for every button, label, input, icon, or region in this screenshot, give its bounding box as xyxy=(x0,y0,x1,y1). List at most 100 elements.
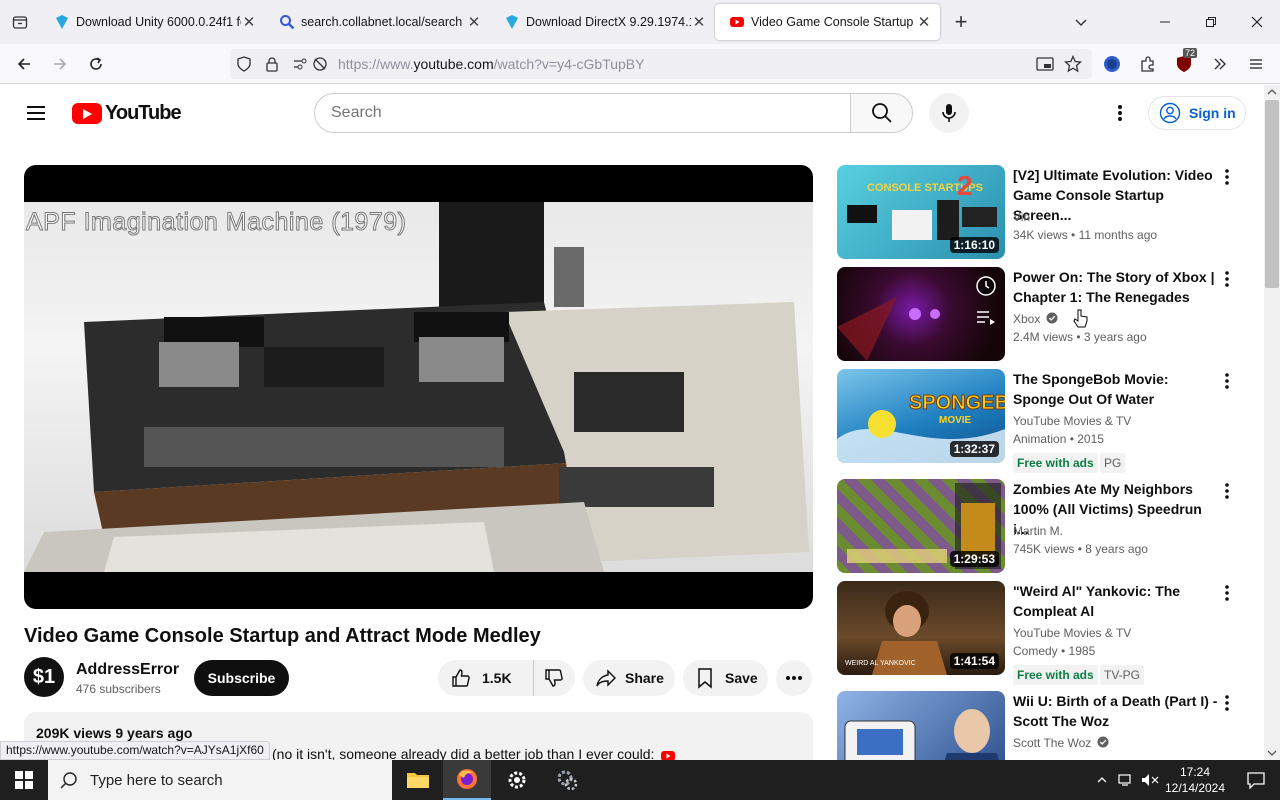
file-explorer-icon[interactable] xyxy=(394,760,442,800)
taskbar-clock[interactable]: 17:24 12/14/2024 xyxy=(1162,764,1228,796)
forward-arrow-icon[interactable] xyxy=(45,50,75,78)
bookmark-star-icon[interactable] xyxy=(1063,54,1083,78)
reload-icon[interactable] xyxy=(81,50,111,78)
tab-list-icon[interactable] xyxy=(0,0,40,44)
restore-button[interactable] xyxy=(1188,0,1234,44)
tray-chevron-up-icon[interactable] xyxy=(1090,760,1114,800)
youtube-icon xyxy=(661,748,675,760)
video-frame[interactable]: APF Imagination Machine (1979) xyxy=(24,202,813,572)
new-tab-button[interactable]: + xyxy=(940,9,982,35)
video-player[interactable]: APF Imagination Machine (1979) xyxy=(24,165,813,609)
recommendation-item[interactable]: WEIRD AL YANKOVIC 1:41:54 "Weird Al" Yan… xyxy=(837,581,1247,685)
more-vertical-icon[interactable] xyxy=(1219,269,1235,289)
recommendation-title[interactable]: The SpongeBob Movie: Sponge Out Of Water xyxy=(1013,369,1219,409)
recommendation-item[interactable]: Wii U: Birth of a Death (Part I) - Scott… xyxy=(837,691,1247,760)
close-tab-icon[interactable]: ✕ xyxy=(466,13,482,31)
scroll-up-arrow-icon[interactable] xyxy=(1264,85,1280,99)
video-thumbnail[interactable] xyxy=(837,691,1005,760)
windows-start-icon[interactable] xyxy=(0,760,48,800)
like-button[interactable]: 1.5K xyxy=(438,660,534,696)
share-button[interactable]: Share xyxy=(583,660,675,696)
video-thumbnail[interactable]: CONSOLE STARTUPS 2 1:16:10 xyxy=(837,165,1005,259)
dislike-button[interactable] xyxy=(534,667,574,689)
tracking-off-icon[interactable] xyxy=(312,56,328,77)
tab-unity[interactable]: Download Unity 6000.0.24f1 for ✕ xyxy=(40,4,265,40)
settings-gear-icon[interactable] xyxy=(493,760,541,800)
account-globe-icon[interactable] xyxy=(1097,50,1127,78)
shield-icon[interactable] xyxy=(236,56,252,77)
back-arrow-icon[interactable] xyxy=(9,50,39,78)
volume-muted-icon[interactable] xyxy=(1138,760,1162,800)
recommendation-channel[interactable]: Xbox xyxy=(1013,312,1058,326)
ublock-shield-icon[interactable]: 72 xyxy=(1169,48,1199,78)
guide-menu-icon[interactable] xyxy=(24,101,48,130)
watch-later-clock-icon[interactable] xyxy=(975,275,997,302)
settings-more-icon[interactable] xyxy=(1108,101,1132,125)
duration-badge: 1:41:54 xyxy=(949,653,999,669)
close-tab-icon[interactable]: ✕ xyxy=(691,13,707,31)
subscribe-button[interactable]: Subscribe xyxy=(194,660,289,696)
search-box[interactable] xyxy=(314,93,851,133)
channel-name[interactable]: AddressError xyxy=(76,661,179,679)
extension-badge: 72 xyxy=(1183,48,1198,58)
overflow-chevrons-icon[interactable] xyxy=(1205,50,1235,78)
video-thumbnail[interactable]: SPONGEBOBMOVIE 1:32:37 xyxy=(837,369,1005,463)
lock-icon[interactable] xyxy=(264,56,280,77)
save-button[interactable]: Save xyxy=(683,660,768,696)
video-thumbnail[interactable]: WEIRD AL YANKOVIC 1:41:54 xyxy=(837,581,1005,675)
youtube-logo[interactable]: YouTube xyxy=(72,102,182,125)
more-actions-button[interactable] xyxy=(776,660,812,696)
recommendation-title[interactable]: Power On: The Story of Xbox | Chapter 1:… xyxy=(1013,267,1219,307)
close-tab-icon[interactable]: ✕ xyxy=(241,13,257,31)
recommendation-channel[interactable]: Scott The Woz xyxy=(1013,736,1109,750)
scrollbar-thumb[interactable] xyxy=(1265,100,1279,288)
more-vertical-icon[interactable] xyxy=(1219,167,1235,187)
recommendation-item[interactable]: 1:29:53 Zombies Ate My Neighbors 100% (A… xyxy=(837,479,1247,575)
voice-search-mic-icon[interactable] xyxy=(929,93,969,133)
more-vertical-icon[interactable] xyxy=(1219,693,1235,713)
permissions-icon[interactable] xyxy=(292,56,310,77)
video-thumbnail[interactable]: 1:29:53 xyxy=(837,479,1005,573)
recommendation-item[interactable]: CONSOLE STARTUPS 2 1:16:10 [V2] Ultimate … xyxy=(837,165,1247,261)
recommendation-channel[interactable]: Martin M. xyxy=(1013,524,1063,538)
video-thumbnail[interactable] xyxy=(837,267,1005,361)
taskbar-search-box[interactable]: Type here to search xyxy=(48,760,392,800)
free-with-ads-badge: Free with ads xyxy=(1013,665,1098,685)
recommendation-item[interactable]: SPONGEBOBMOVIE 1:32:37 The SpongeBob Mov… xyxy=(837,369,1247,473)
tab-directx[interactable]: Download DirectX 9.29.1974.1 fo ✕ xyxy=(490,4,715,40)
recommendation-item[interactable]: Power On: The Story of Xbox | Chapter 1:… xyxy=(837,267,1247,363)
search-input[interactable] xyxy=(331,104,834,122)
picture-in-picture-icon[interactable] xyxy=(1036,56,1054,77)
recommendation-title[interactable]: [V2] Ultimate Evolution: Video Game Cons… xyxy=(1013,165,1219,225)
scroll-down-arrow-icon[interactable] xyxy=(1264,746,1280,760)
address-bar[interactable]: https://www.youtube.com/watch?v=y4-cGbTu… xyxy=(230,49,1092,79)
recommendation-channel[interactable]: YouTube Movies & TV xyxy=(1013,414,1131,428)
url-text[interactable]: https://www.youtube.com/watch?v=y4-cGbTu… xyxy=(338,56,644,72)
recommendation-title[interactable]: "Weird Al" Yankovic: The Compleat Al xyxy=(1013,581,1219,621)
recommendation-channel[interactable]: Vin xyxy=(1013,210,1030,224)
notifications-icon[interactable] xyxy=(1232,760,1280,800)
more-vertical-icon[interactable] xyxy=(1219,583,1235,603)
sign-in-button[interactable]: Sign in xyxy=(1148,96,1246,130)
close-window-button[interactable] xyxy=(1234,0,1280,44)
recommendation-meta: 745K views • 8 years ago xyxy=(1013,542,1148,556)
network-icon[interactable] xyxy=(1114,760,1138,800)
firefox-icon[interactable] xyxy=(443,760,491,800)
duration-badge: 1:32:37 xyxy=(949,441,999,457)
tab-overflow-chevron-icon[interactable] xyxy=(1058,0,1104,44)
minimize-button[interactable] xyxy=(1142,0,1188,44)
more-vertical-icon[interactable] xyxy=(1219,481,1235,501)
tab-youtube-active[interactable]: Video Game Console Startup ar ✕ xyxy=(715,4,940,40)
extensions-puzzle-icon[interactable] xyxy=(1133,50,1163,78)
search-button[interactable] xyxy=(850,93,913,133)
recommendation-title[interactable]: Wii U: Birth of a Death (Part I) - Scott… xyxy=(1013,691,1219,731)
add-to-queue-icon[interactable] xyxy=(975,309,997,330)
tab-search[interactable]: search.collabnet.local/search ✕ xyxy=(265,4,490,40)
channel-avatar[interactable]: $1 xyxy=(24,657,64,697)
more-vertical-icon[interactable] xyxy=(1219,371,1235,391)
app-menu-hamburger-icon[interactable] xyxy=(1241,50,1271,78)
control-panel-icon[interactable] xyxy=(543,760,591,800)
close-tab-icon[interactable]: ✕ xyxy=(916,13,932,31)
recommendation-channel[interactable]: YouTube Movies & TV xyxy=(1013,626,1131,640)
youtube-icon xyxy=(730,17,744,27)
